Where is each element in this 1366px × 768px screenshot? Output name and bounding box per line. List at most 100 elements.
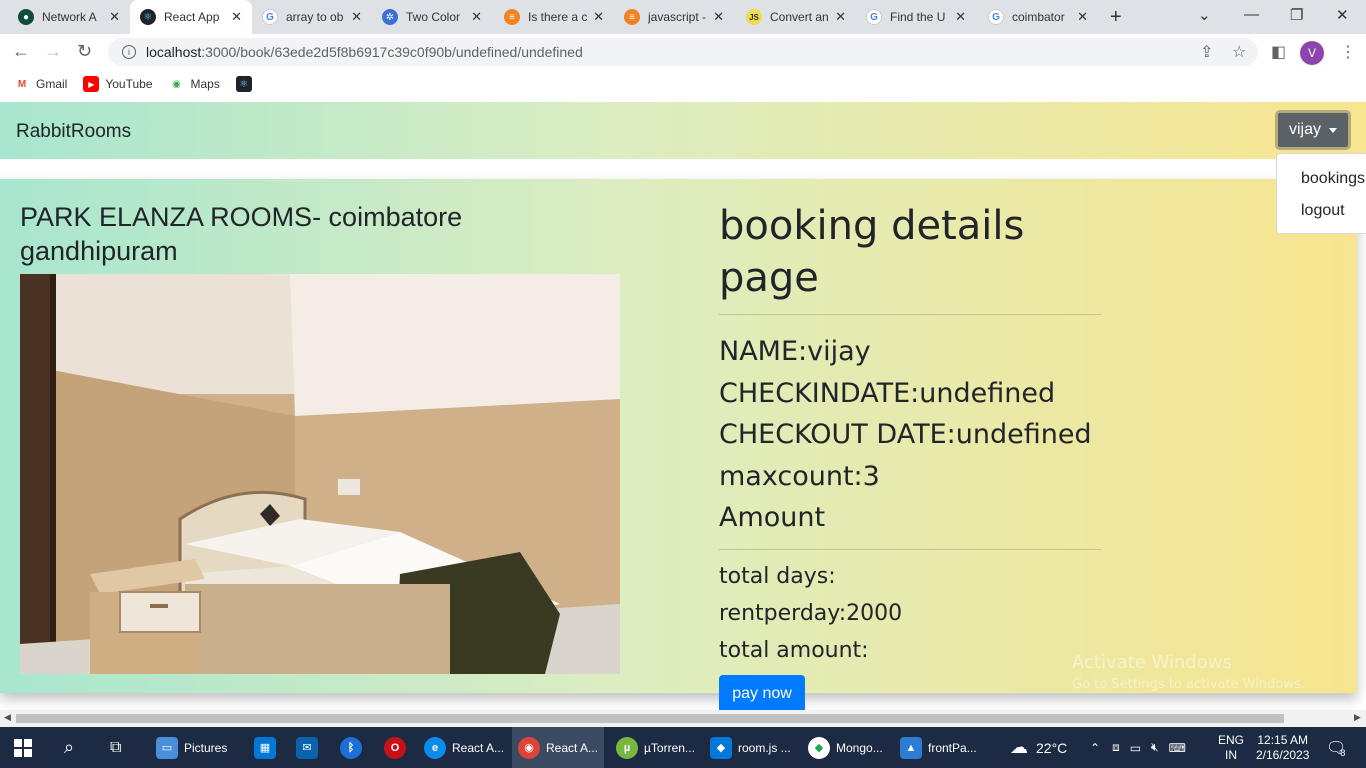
volume-muted-icon[interactable]: 🔇︎: [1151, 740, 1159, 755]
close-window-icon[interactable]: ✕: [1336, 6, 1349, 24]
kebab-menu-icon[interactable]: ⋮: [1340, 42, 1356, 62]
stackoverflow-icon: ≡: [504, 9, 520, 25]
bookmark-youtube[interactable]: ▶ YouTube: [83, 76, 153, 92]
close-icon[interactable]: ✕: [471, 9, 482, 25]
tab-array-to-ob[interactable]: G array to ob ✕: [252, 0, 372, 34]
close-icon[interactable]: ✕: [109, 9, 120, 25]
bookmarks-bar: M Gmail ▶ YouTube ◉ Maps ⚛: [0, 70, 1366, 98]
user-name: vijay: [1288, 121, 1321, 138]
reload-icon[interactable]: ↻: [77, 41, 92, 62]
close-icon[interactable]: ✕: [713, 9, 724, 25]
bookmark-label: Gmail: [36, 77, 68, 91]
menu-item-bookings[interactable]: bookings: [1301, 170, 1365, 188]
taskbar-label: Mongo...: [836, 740, 883, 755]
site-navbar: RabbitRooms vijay: [0, 102, 1366, 159]
tab-react-app[interactable]: ⚛ React App ✕: [130, 0, 252, 34]
booking-card: PARK ELANZA ROOMS- coimbatore gandhipura…: [0, 179, 1357, 710]
user-dropdown-button[interactable]: vijay: [1275, 110, 1351, 150]
taskbar-mongo[interactable]: ◆ Mongo...: [802, 727, 889, 768]
divider: [719, 314, 1101, 315]
star-icon[interactable]: ☆: [1232, 42, 1246, 62]
info-icon[interactable]: i: [122, 45, 136, 59]
room-illustration: [20, 274, 620, 674]
forward-arrow-icon[interactable]: →: [44, 41, 62, 62]
url-input[interactable]: i localhost:3000/book/63ede2d5f8b6917c39…: [108, 38, 1258, 66]
booking-details: booking details page NAME:vijay CHECKIND…: [719, 200, 1101, 710]
close-icon[interactable]: ✕: [351, 9, 362, 25]
opera-glyph: O: [384, 736, 406, 759]
close-icon[interactable]: ✕: [593, 9, 604, 25]
scroll-left-icon[interactable]: ◀: [4, 712, 11, 723]
store-icon[interactable]: ▦: [248, 727, 288, 768]
search-icon[interactable]: ⌕: [58, 727, 80, 768]
minimize-icon[interactable]: —: [1244, 6, 1259, 23]
task-view-icon[interactable]: ⧉: [104, 727, 127, 768]
bookmark-label: Maps: [190, 77, 220, 91]
tab-label: Find the U: [890, 10, 946, 24]
back-arrow-icon[interactable]: ←: [12, 41, 30, 62]
taskbar-label: room.js ...: [738, 740, 791, 755]
mongodb-icon: ◆: [808, 736, 830, 759]
windows-logo-icon: [14, 738, 32, 757]
opera-icon[interactable]: O: [378, 727, 418, 768]
stackoverflow-icon: ≡: [624, 9, 640, 25]
lang-region: IN: [1225, 747, 1237, 762]
side-panel-icon[interactable]: ◧: [1271, 42, 1286, 62]
taskbar-frontpage[interactable]: ▲ frontPa...: [894, 727, 983, 768]
tab-network[interactable]: ● Network A ✕: [8, 0, 130, 34]
taskbar-utorrent[interactable]: µ µTorren...: [610, 727, 701, 768]
share-icon[interactable]: ⇪: [1200, 42, 1213, 62]
tab-label: javascript -: [648, 10, 707, 24]
weather-widget[interactable]: ☁ 22°C: [1010, 727, 1067, 768]
close-icon[interactable]: ✕: [955, 9, 966, 25]
url-path: :3000/book/63ede2d5f8b6917c39c0f90b/unde…: [201, 44, 583, 60]
close-icon[interactable]: ✕: [231, 9, 242, 25]
tab-is-there-a[interactable]: ≡ Is there a c ✕: [494, 0, 614, 34]
chrome-icon: ◉: [518, 736, 540, 759]
profile-avatar[interactable]: V: [1300, 41, 1324, 65]
network-icon[interactable]: ⧈: [1112, 740, 1120, 755]
tab-label: Is there a c: [528, 10, 588, 24]
browser-tab-bar: ● Network A ✕ ⚛ React App ✕ G array to o…: [0, 0, 1366, 34]
bookmark-maps[interactable]: ◉ Maps: [168, 76, 220, 92]
tab-label: array to ob: [286, 10, 344, 24]
scrollbar-thumb[interactable]: [16, 714, 1284, 723]
page-viewport: RabbitRooms vijay bookings logout PARK E…: [0, 102, 1366, 710]
store-glyph: ▦: [254, 736, 276, 759]
youtube-icon: ▶: [83, 76, 100, 92]
tab-coimbatore[interactable]: G coimbator ✕: [978, 0, 1098, 34]
keyboard-icon[interactable]: ⌨: [1169, 741, 1186, 755]
language-indicator[interactable]: ENG IN: [1218, 727, 1244, 768]
taskbar-chrome-react[interactable]: ◉ React A...: [512, 727, 605, 768]
new-tab-plus-icon[interactable]: +: [1110, 6, 1122, 29]
tab-find-the[interactable]: G Find the U ✕: [856, 0, 976, 34]
start-button[interactable]: [8, 727, 38, 768]
bookmark-react[interactable]: ⚛: [235, 76, 258, 92]
taskbar-vscode[interactable]: ◆ room.js ...: [704, 727, 797, 768]
scroll-right-icon[interactable]: ▶: [1354, 712, 1361, 723]
close-icon[interactable]: ✕: [1077, 9, 1088, 25]
tab-two-color[interactable]: ✲ Two Color ✕: [372, 0, 492, 34]
close-icon[interactable]: ✕: [835, 9, 846, 25]
bluetooth-icon[interactable]: ᛒ: [334, 727, 374, 768]
tab-javascript[interactable]: ≡ javascript - ✕: [614, 0, 734, 34]
chevron-up-icon[interactable]: ⌃: [1090, 741, 1100, 755]
tab-convert-an[interactable]: JS Convert an ✕: [736, 0, 856, 34]
tab-search-chevron-icon[interactable]: ⌄: [1198, 6, 1211, 24]
taskbar-edge-react[interactable]: e React A...: [418, 727, 510, 768]
brand-logo[interactable]: RabbitRooms: [16, 121, 131, 143]
pay-now-button[interactable]: pay now: [719, 674, 805, 710]
clock[interactable]: 12:15 AM 2/16/2023: [1256, 727, 1309, 768]
bookmark-gmail[interactable]: M Gmail: [14, 76, 67, 92]
display-icon[interactable]: ▭: [1130, 741, 1141, 755]
menu-item-logout[interactable]: logout: [1301, 202, 1345, 220]
taskbar-pictures[interactable]: ▭ Pictures: [150, 727, 233, 768]
horizontal-scrollbar[interactable]: ◀ ▶: [0, 710, 1366, 727]
bluetooth-glyph: ᛒ: [340, 736, 362, 759]
bookmark-label: YouTube: [105, 77, 153, 91]
maximize-icon[interactable]: ❐: [1290, 6, 1303, 24]
notification-center[interactable]: 🗨︎ 8: [1326, 727, 1346, 768]
mail-icon[interactable]: ✉: [290, 727, 330, 768]
tab-label: coimbator: [1012, 10, 1065, 24]
windows-taskbar: ⌕ ⧉ ▭ Pictures ▦ ✉ ᛒ O e React A... ◉ Re…: [0, 727, 1366, 768]
